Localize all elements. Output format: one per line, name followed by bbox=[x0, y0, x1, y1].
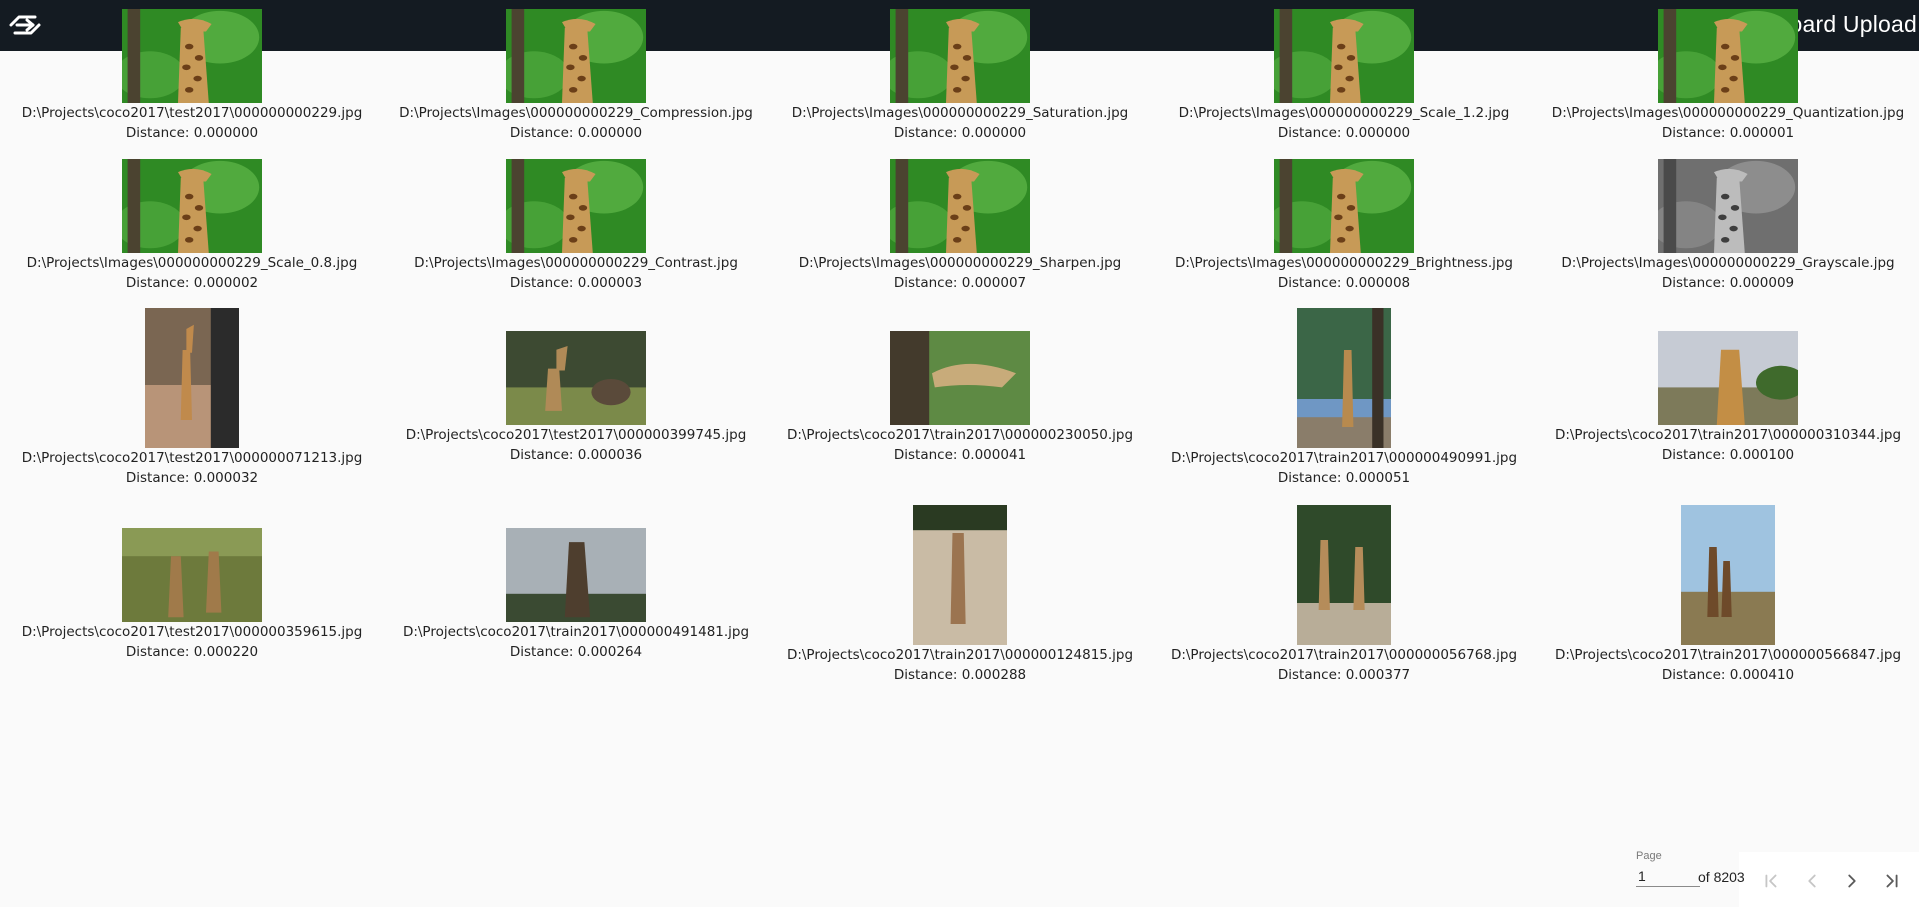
result-thumbnail[interactable] bbox=[122, 159, 262, 253]
result-file-path: D:\Projects\coco2017\train2017\000000124… bbox=[786, 647, 1134, 663]
result-card: D:\Projects\Images\000000000229_Compress… bbox=[384, 9, 768, 142]
result-card: D:\Projects\coco2017\test2017\0000000712… bbox=[0, 308, 384, 487]
first-page-icon bbox=[1765, 874, 1777, 888]
chevron-right-icon bbox=[1848, 874, 1856, 888]
result-distance: Distance: 0.000410 bbox=[1661, 667, 1795, 683]
result-thumbnail[interactable] bbox=[506, 9, 646, 103]
result-distance: Distance: 0.000041 bbox=[893, 447, 1027, 463]
result-file-path: D:\Projects\coco2017\train2017\000000056… bbox=[1170, 647, 1518, 663]
result-file-path: D:\Projects\Images\000000000229_Scale_1.… bbox=[1178, 105, 1510, 121]
result-distance: Distance: 0.000007 bbox=[893, 275, 1027, 291]
result-card: D:\Projects\coco2017\train2017\000000310… bbox=[1536, 331, 1919, 464]
result-card: D:\Projects\coco2017\train2017\000000491… bbox=[384, 528, 768, 661]
result-thumbnail[interactable] bbox=[890, 331, 1030, 425]
previous-page-button[interactable] bbox=[1797, 866, 1827, 896]
result-distance: Distance: 0.000000 bbox=[509, 125, 643, 141]
result-distance: Distance: 0.000008 bbox=[1277, 275, 1411, 291]
page-label: Page bbox=[1636, 850, 1662, 862]
result-card: D:\Projects\coco2017\test2017\0000003997… bbox=[384, 331, 768, 464]
result-card: D:\Projects\coco2017\test2017\0000003596… bbox=[0, 528, 384, 661]
result-file-path: D:\Projects\coco2017\test2017\0000000002… bbox=[21, 105, 363, 121]
result-distance: Distance: 0.000003 bbox=[509, 275, 643, 291]
result-distance: Distance: 0.000220 bbox=[125, 644, 259, 660]
result-card: D:\Projects\coco2017\train2017\000000490… bbox=[1152, 308, 1536, 487]
first-page-button[interactable] bbox=[1756, 866, 1786, 896]
page-number-input[interactable] bbox=[1636, 866, 1700, 887]
result-card: D:\Projects\coco2017\train2017\000000124… bbox=[768, 505, 1152, 684]
result-distance: Distance: 0.000009 bbox=[1661, 275, 1795, 291]
result-distance: Distance: 0.000288 bbox=[893, 667, 1027, 683]
result-thumbnail[interactable] bbox=[506, 528, 646, 622]
result-file-path: D:\Projects\coco2017\train2017\000000310… bbox=[1554, 427, 1902, 443]
result-distance: Distance: 0.000036 bbox=[509, 447, 643, 463]
result-thumbnail[interactable] bbox=[890, 9, 1030, 103]
result-file-path: D:\Projects\coco2017\test2017\0000003997… bbox=[405, 427, 747, 443]
result-distance: Distance: 0.000000 bbox=[893, 125, 1027, 141]
result-file-path: D:\Projects\Images\000000000229_Quantiza… bbox=[1551, 105, 1905, 121]
result-thumbnail[interactable] bbox=[1658, 159, 1798, 253]
result-distance: Distance: 0.000264 bbox=[509, 644, 643, 660]
result-card: D:\Projects\coco2017\test2017\0000000002… bbox=[0, 9, 384, 142]
result-file-path: D:\Projects\coco2017\train2017\000000491… bbox=[402, 624, 750, 640]
result-thumbnail[interactable] bbox=[1297, 308, 1391, 448]
result-thumbnail[interactable] bbox=[506, 159, 646, 253]
result-card: D:\Projects\Images\000000000229_Contrast… bbox=[384, 159, 768, 292]
page-count: of 8203 bbox=[1698, 869, 1745, 885]
result-distance: Distance: 0.000002 bbox=[125, 275, 259, 291]
result-file-path: D:\Projects\coco2017\train2017\000000230… bbox=[786, 427, 1134, 443]
result-file-path: D:\Projects\Images\000000000229_Scale_0.… bbox=[26, 255, 358, 271]
result-distance: Distance: 0.000100 bbox=[1661, 447, 1795, 463]
result-card: D:\Projects\Images\000000000229_Scale_0.… bbox=[0, 159, 384, 292]
chevron-left-icon bbox=[1808, 874, 1816, 888]
page-selector: Page of 8203 bbox=[1636, 850, 1756, 892]
result-distance: Distance: 0.000001 bbox=[1661, 125, 1795, 141]
result-thumbnail[interactable] bbox=[122, 9, 262, 103]
result-thumbnail[interactable] bbox=[122, 528, 262, 622]
result-file-path: D:\Projects\Images\000000000229_Sharpen.… bbox=[798, 255, 1122, 271]
result-card: D:\Projects\Images\000000000229_Quantiza… bbox=[1536, 9, 1919, 142]
result-card: D:\Projects\coco2017\train2017\000000566… bbox=[1536, 505, 1919, 684]
result-card: D:\Projects\Images\000000000229_Brightne… bbox=[1152, 159, 1536, 292]
result-thumbnail[interactable] bbox=[506, 331, 646, 425]
result-card: D:\Projects\Images\000000000229_Sharpen.… bbox=[768, 159, 1152, 292]
result-distance: Distance: 0.000377 bbox=[1277, 667, 1411, 683]
result-card: D:\Projects\coco2017\train2017\000000230… bbox=[768, 331, 1152, 464]
result-card: D:\Projects\coco2017\train2017\000000056… bbox=[1152, 505, 1536, 684]
last-page-button[interactable] bbox=[1877, 866, 1907, 896]
result-distance: Distance: 0.000032 bbox=[125, 470, 259, 486]
result-file-path: D:\Projects\Images\000000000229_Saturati… bbox=[791, 105, 1129, 121]
result-card: D:\Projects\Images\000000000229_Saturati… bbox=[768, 9, 1152, 142]
result-thumbnail[interactable] bbox=[1658, 9, 1798, 103]
result-file-path: D:\Projects\coco2017\train2017\000000490… bbox=[1170, 450, 1518, 466]
result-distance: Distance: 0.000000 bbox=[125, 125, 259, 141]
result-thumbnail[interactable] bbox=[913, 505, 1007, 645]
result-thumbnail[interactable] bbox=[1274, 9, 1414, 103]
result-file-path: D:\Projects\coco2017\test2017\0000003596… bbox=[21, 624, 363, 640]
result-thumbnail[interactable] bbox=[1681, 505, 1775, 645]
last-page-icon bbox=[1886, 874, 1898, 888]
result-distance: Distance: 0.000051 bbox=[1277, 470, 1411, 486]
result-card: D:\Projects\Images\000000000229_Scale_1.… bbox=[1152, 9, 1536, 142]
next-page-button[interactable] bbox=[1837, 866, 1867, 896]
result-thumbnail[interactable] bbox=[1274, 159, 1414, 253]
result-file-path: D:\Projects\coco2017\test2017\0000000712… bbox=[21, 450, 363, 466]
result-distance: Distance: 0.000000 bbox=[1277, 125, 1411, 141]
result-thumbnail[interactable] bbox=[145, 308, 239, 448]
result-thumbnail[interactable] bbox=[1658, 331, 1798, 425]
result-file-path: D:\Projects\Images\000000000229_Contrast… bbox=[414, 255, 738, 271]
result-file-path: D:\Projects\Images\000000000229_Compress… bbox=[399, 105, 753, 121]
result-file-path: D:\Projects\Images\000000000229_Brightne… bbox=[1174, 255, 1514, 271]
result-card: D:\Projects\Images\000000000229_Grayscal… bbox=[1536, 159, 1919, 292]
result-thumbnail[interactable] bbox=[890, 159, 1030, 253]
result-file-path: D:\Projects\coco2017\train2017\000000566… bbox=[1554, 647, 1902, 663]
result-thumbnail[interactable] bbox=[1297, 505, 1391, 645]
result-file-path: D:\Projects\Images\000000000229_Grayscal… bbox=[1561, 255, 1895, 271]
